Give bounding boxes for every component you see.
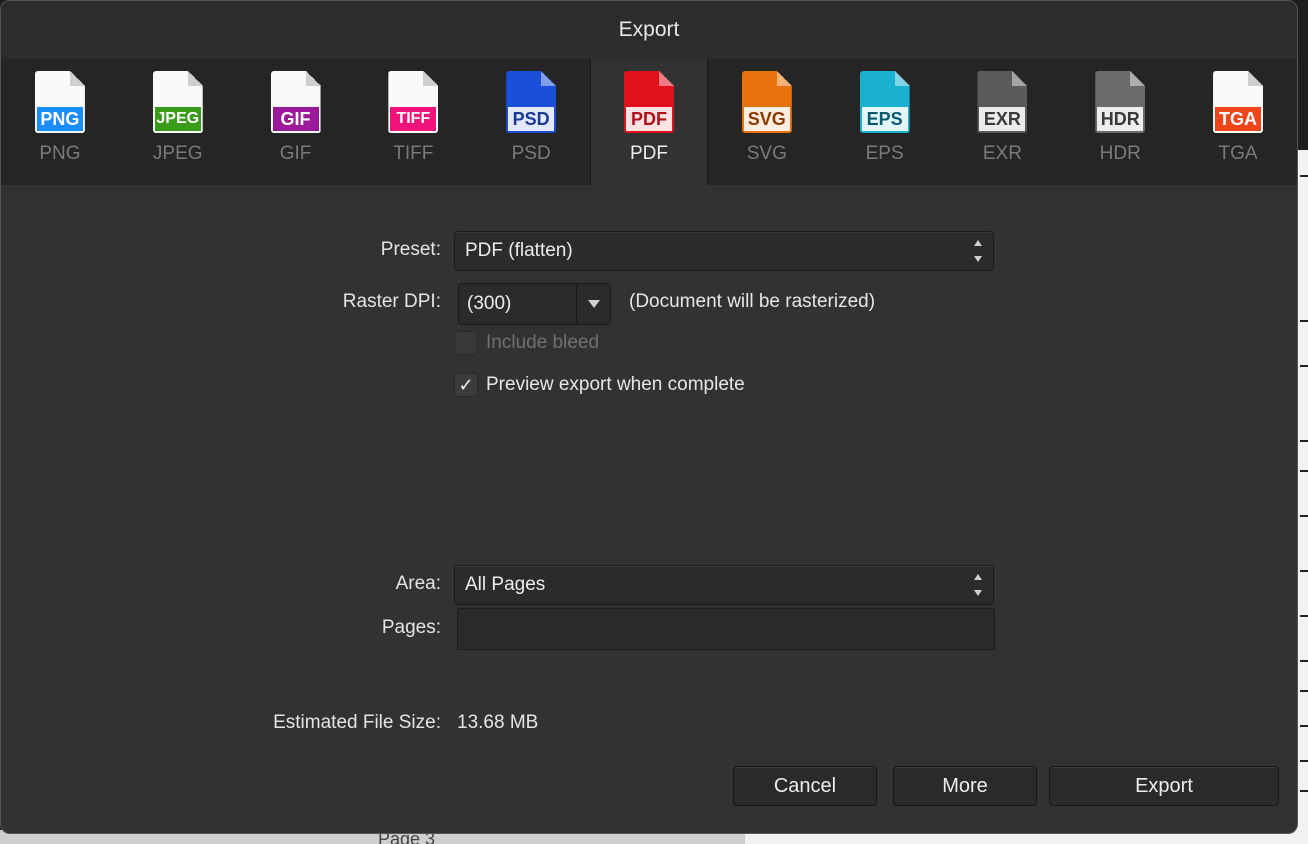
background-tick [1300,690,1308,692]
preset-select[interactable]: PDF (flatten) [454,231,994,271]
background-tick [1300,175,1308,177]
dpi-note: (Document will be rasterized) [629,291,876,312]
background-tick [1300,440,1308,442]
format-badge: TIFF [390,107,437,131]
area-value: All Pages [465,574,546,595]
format-label: HDR [1099,143,1141,164]
format-label: EXR [982,143,1022,164]
format-tab-hdr[interactable]: HDR HDR [1061,59,1179,185]
format-badge: PNG [36,107,83,131]
format-label: SVG [746,143,787,164]
format-label: PSD [511,143,551,164]
format-tab-tga[interactable]: TGA TGA [1179,59,1297,185]
cancel-button[interactable]: Cancel [733,766,877,806]
export-button[interactable]: Export [1049,766,1279,806]
png-file-icon: PNG [34,71,85,133]
preview-export-row: ✓ Preview export when complete [454,373,745,397]
tga-file-icon: TGA [1213,71,1264,133]
format-badge: EXR [979,107,1026,131]
format-label: PNG [39,143,81,164]
format-badge: PDF [625,107,672,131]
background-tick [1300,570,1308,572]
raster-dpi-value[interactable]: (300) [459,293,576,315]
background-tick [1300,725,1308,727]
hdr-file-icon: HDR [1095,71,1146,133]
format-badge: TGA [1215,107,1262,131]
format-tab-psd[interactable]: PSD PSD [472,59,590,185]
gif-file-icon: GIF [270,71,321,133]
background-tick [1300,760,1308,762]
preset-value: PDF (flatten) [465,240,573,261]
format-label: PDF [629,143,668,164]
estimated-file-size-value: 13.68 MB [457,712,539,733]
exr-file-icon: EXR [977,71,1028,133]
background-tick [1300,615,1308,617]
preset-label: Preset: [380,239,441,260]
format-badge: EPS [861,107,908,131]
background-tick [1300,515,1308,517]
format-badge: GIF [272,107,319,131]
format-tab-eps[interactable]: EPS EPS [826,59,944,185]
include-bleed-label: Include bleed [486,332,600,353]
dpi-dropdown-button[interactable] [576,284,610,324]
format-badge: HDR [1097,107,1144,131]
up-down-arrows-icon [973,240,983,262]
raster-dpi-combo[interactable]: (300) [458,283,611,325]
format-label: TGA [1218,143,1258,164]
format-tab-tiff[interactable]: TIFF TIFF [354,59,472,185]
format-tab-pdf[interactable]: PDF PDF [590,59,708,185]
format-tab-png[interactable]: PNG PNG [1,59,119,185]
more-button[interactable]: More [893,766,1037,806]
eps-file-icon: EPS [859,71,910,133]
export-dialog: Export PNG PNG JPEG JPEG GIF GIF TIFF TIFF PSD PS… [0,0,1298,834]
chevron-down-icon [587,300,600,308]
pages-label: Pages: [381,617,441,638]
format-tab-jpeg[interactable]: JPEG JPEG [119,59,237,185]
format-badge: JPEG [154,107,201,131]
checkmark-icon: ✓ [458,374,474,395]
area-select[interactable]: All Pages [454,565,994,605]
preview-export-label: Preview export when complete [486,374,745,395]
pages-input[interactable] [457,608,995,650]
include-bleed-row: Include bleed [454,331,599,355]
format-tab-gif[interactable]: GIF GIF [237,59,355,185]
background-tick [1300,320,1308,322]
tiff-file-icon: TIFF [388,71,439,133]
background-tick [1300,470,1308,472]
raster-dpi-label: Raster DPI: [342,291,441,312]
psd-file-icon: PSD [506,71,557,133]
format-tab-exr[interactable]: EXR EXR [944,59,1062,185]
format-label: EPS [865,143,904,164]
background-tick [1300,660,1308,662]
pdf-file-icon: PDF [623,71,674,133]
up-down-arrows-icon [973,574,983,596]
preview-export-checkbox[interactable]: ✓ [454,373,478,397]
format-badge: SVG [743,107,790,131]
background-tick [1300,365,1308,367]
format-label: TIFF [393,143,434,164]
area-label: Area: [395,573,441,594]
format-tab-svg[interactable]: SVG SVG [708,59,826,185]
jpeg-file-icon: JPEG [152,71,203,133]
background-tick [1300,790,1308,792]
dialog-title: Export [1,1,1297,59]
format-label: JPEG [152,143,203,164]
format-label: GIF [279,143,312,164]
format-badge: PSD [508,107,555,131]
svg-file-icon: SVG [741,71,792,133]
estimated-file-size-label: Estimated File Size: [273,712,441,733]
include-bleed-checkbox[interactable] [454,331,478,355]
format-selector: PNG PNG JPEG JPEG GIF GIF TIFF TIFF PSD PSD PDF PDF… [1,59,1297,185]
